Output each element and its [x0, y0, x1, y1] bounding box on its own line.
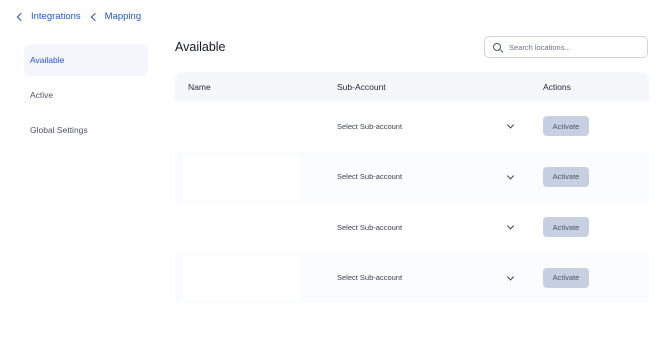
chevron-left-icon — [90, 12, 99, 21]
sub-account-select-value: Select Sub-account — [337, 273, 403, 283]
column-header-actions: Actions — [543, 81, 571, 92]
table-row: Select Sub-account Activate — [175, 101, 649, 152]
page-title: Available — [175, 40, 226, 54]
sidebar-item-available[interactable]: Available — [24, 45, 148, 76]
locations-table: Name Sub-Account Actions Select Sub-acco… — [175, 72, 649, 303]
column-header-name: Name — [188, 81, 211, 92]
chevron-left-icon — [16, 12, 26, 21]
search-input[interactable] — [509, 42, 639, 52]
breadcrumb: Integrations Mapping — [15, 11, 141, 22]
sub-account-select-value: Select Sub-account — [337, 172, 403, 182]
sub-account-select[interactable]: Select Sub-account — [337, 253, 517, 304]
search-box[interactable] — [484, 36, 648, 58]
table-row: Select Sub-account Activate — [175, 252, 649, 304]
chevron-down-icon — [506, 273, 515, 281]
breadcrumb-integrations-label: Integrations — [31, 11, 81, 22]
name-cell — [183, 255, 298, 301]
sub-account-select-value: Select Sub-account — [337, 121, 403, 131]
breadcrumb-mapping[interactable]: Mapping — [89, 11, 141, 22]
activate-button[interactable]: Activate — [543, 116, 589, 137]
sidebar: Available Active Global Settings — [24, 45, 148, 150]
table-row: Select Sub-account Activate — [175, 202, 649, 253]
breadcrumb-mapping-label: Mapping — [104, 11, 142, 22]
sub-account-select[interactable]: Select Sub-account — [337, 202, 517, 253]
search-icon — [493, 42, 504, 53]
activate-button[interactable]: Activate — [543, 166, 589, 187]
sub-account-select[interactable]: Select Sub-account — [337, 152, 517, 203]
name-cell — [183, 154, 298, 200]
chevron-down-icon — [506, 172, 515, 180]
activate-button[interactable]: Activate — [543, 267, 589, 288]
chevron-down-icon — [506, 222, 515, 230]
sub-account-select-value: Select Sub-account — [337, 222, 403, 232]
table-header: Name Sub-Account Actions — [175, 72, 649, 101]
activate-button[interactable]: Activate — [543, 217, 589, 238]
sub-account-select[interactable]: Select Sub-account — [337, 101, 517, 152]
chevron-down-icon — [506, 121, 515, 129]
column-header-sub-account: Sub-Account — [337, 81, 386, 92]
breadcrumb-integrations[interactable]: Integrations — [15, 11, 81, 22]
sidebar-item-active[interactable]: Active — [24, 80, 148, 111]
table-row: Select Sub-account Activate — [175, 151, 649, 203]
sidebar-item-global-settings[interactable]: Global Settings — [24, 115, 148, 146]
